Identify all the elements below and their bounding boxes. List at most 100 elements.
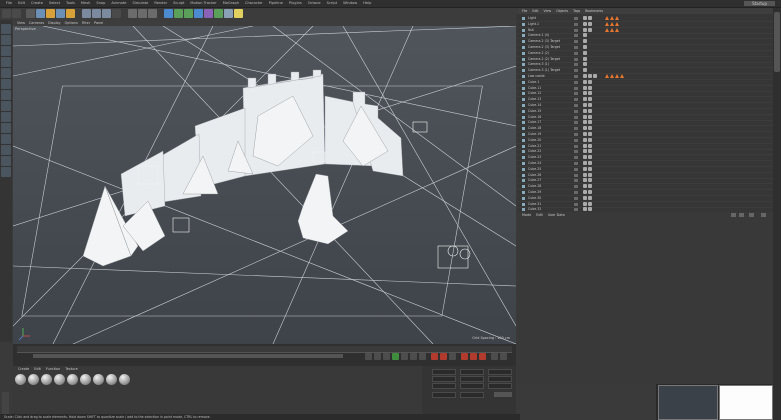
visibility-dots-icon[interactable]	[574, 69, 578, 73]
array-icon[interactable]	[194, 9, 203, 18]
visibility-dots-icon[interactable]	[574, 109, 578, 113]
keyframe-selection-icon[interactable]	[449, 353, 456, 360]
object-tag-icon[interactable]	[583, 149, 587, 154]
menu-item[interactable]: Select	[49, 0, 60, 7]
visibility-dots-icon[interactable]	[574, 86, 578, 90]
object-tag-icon[interactable]	[588, 207, 592, 212]
cube-icon[interactable]	[164, 9, 173, 18]
visibility-dots-icon[interactable]	[574, 17, 578, 20]
object-tag-icon[interactable]	[588, 74, 592, 78]
object-tag-icon[interactable]	[588, 103, 592, 107]
object-tag-icon[interactable]	[583, 33, 587, 38]
object-tag-icon[interactable]	[583, 68, 587, 73]
x-axis-icon[interactable]	[82, 9, 91, 18]
object-manager-menu-item[interactable]: Objects	[556, 8, 568, 14]
visibility-dots-icon[interactable]	[574, 144, 578, 148]
locked-workplane-icon[interactable]	[1, 134, 11, 144]
visibility-dots-icon[interactable]	[574, 127, 578, 131]
frame-range-slider[interactable]	[33, 354, 343, 358]
menu-item[interactable]: Create	[31, 0, 43, 7]
visibility-dots-icon[interactable]	[574, 51, 578, 55]
object-tag-icon[interactable]	[588, 85, 592, 90]
material-swatch[interactable]	[119, 374, 130, 385]
menu-item[interactable]: MoGraph	[223, 0, 239, 7]
menu-item[interactable]: Animate	[111, 0, 126, 7]
material-swatch[interactable]	[54, 374, 65, 385]
material-menu-item[interactable]: Edit	[34, 366, 41, 372]
back-arrow-icon[interactable]	[731, 213, 736, 217]
material-swatch[interactable]	[15, 374, 26, 385]
menu-item[interactable]: Render	[154, 0, 167, 7]
right-scrollbar[interactable]	[773, 8, 781, 420]
object-tag-icon[interactable]	[583, 137, 587, 142]
menu-item[interactable]: Pipeline	[269, 0, 283, 7]
material-swatch[interactable]	[80, 374, 91, 385]
object-tag-icon[interactable]	[583, 161, 587, 165]
visibility-dots-icon[interactable]	[574, 202, 578, 206]
z-axis-icon[interactable]	[102, 9, 111, 18]
object-tag-icon[interactable]	[583, 103, 587, 107]
visibility-dots-icon[interactable]	[574, 22, 578, 26]
attribute-manager-menu-item[interactable]: User Data	[548, 212, 565, 219]
size-y-field[interactable]	[460, 376, 484, 382]
visibility-dots-icon[interactable]	[574, 179, 578, 183]
object-tag-icon[interactable]	[588, 184, 592, 189]
object-tag-icon[interactable]	[583, 97, 587, 102]
object-tag-icon[interactable]	[583, 74, 587, 78]
menu-item[interactable]: Script	[327, 0, 337, 7]
object-tag-icon[interactable]	[583, 166, 587, 171]
material-tag-icon[interactable]	[615, 16, 619, 20]
play-icon[interactable]	[392, 353, 399, 360]
coordinate-mode-select[interactable]	[432, 392, 456, 398]
rotation-b-field[interactable]	[488, 383, 512, 389]
object-tag-icon[interactable]	[593, 74, 597, 78]
menu-item[interactable]: Tools	[66, 0, 75, 7]
position-x-field[interactable]	[432, 369, 456, 375]
live-select-icon[interactable]	[26, 9, 35, 18]
object-manager-menu-item[interactable]: Edit	[532, 8, 538, 14]
object-manager-menu-item[interactable]: View	[544, 8, 552, 14]
make-editable-icon[interactable]	[1, 24, 11, 34]
object-tag-icon[interactable]	[583, 184, 587, 189]
attribute-manager-menu-item[interactable]: Edit	[536, 212, 543, 219]
material-tag-icon[interactable]	[610, 21, 614, 26]
size-mode-select[interactable]	[460, 392, 484, 398]
visibility-dots-icon[interactable]	[574, 40, 578, 44]
object-tag-icon[interactable]	[583, 126, 587, 131]
window-thumbnail-cinema4d[interactable]	[658, 385, 718, 420]
object-tag-icon[interactable]	[583, 201, 587, 206]
visibility-dots-icon[interactable]	[574, 92, 578, 96]
material-tag-icon[interactable]	[605, 74, 609, 78]
visibility-dots-icon[interactable]	[574, 121, 578, 125]
rotation-p-field[interactable]	[488, 376, 512, 382]
visibility-dots-icon[interactable]	[574, 34, 578, 38]
previous-key-icon[interactable]	[374, 353, 381, 360]
move-icon[interactable]	[36, 9, 45, 18]
object-tag-icon[interactable]	[588, 190, 592, 194]
material-tag-icon[interactable]	[605, 16, 609, 20]
material-menu-item[interactable]: Texture	[65, 366, 77, 372]
material-swatch[interactable]	[93, 374, 104, 385]
visibility-dots-icon[interactable]	[574, 104, 578, 107]
object-tag-icon[interactable]	[588, 27, 592, 32]
render-picture-viewer-icon[interactable]	[138, 9, 147, 18]
object-tag-icon[interactable]	[588, 149, 592, 154]
bend-icon[interactable]	[204, 9, 213, 18]
snap-icon[interactable]	[1, 123, 11, 133]
object-tag-icon[interactable]	[583, 85, 587, 90]
solo-icon[interactable]	[1, 156, 11, 166]
visibility-dots-icon[interactable]	[574, 138, 578, 142]
planar-workplane-icon[interactable]	[1, 145, 11, 155]
go-to-end-icon[interactable]	[419, 353, 426, 360]
scroll-thumb[interactable]	[774, 12, 780, 72]
visibility-dots-icon[interactable]	[574, 162, 578, 165]
object-tag-icon[interactable]	[583, 27, 587, 32]
object-tag-icon[interactable]	[588, 97, 592, 102]
viewport-3d[interactable]: Perspective Grid Spacing : 100 cm	[13, 26, 516, 344]
window-thumbnail-document[interactable]	[719, 385, 773, 420]
camera-icon[interactable]	[224, 9, 233, 18]
material-swatch[interactable]	[106, 374, 117, 385]
material-swatch[interactable]	[28, 374, 39, 385]
object-tag-icon[interactable]	[583, 108, 587, 113]
light-icon[interactable]	[234, 9, 243, 18]
